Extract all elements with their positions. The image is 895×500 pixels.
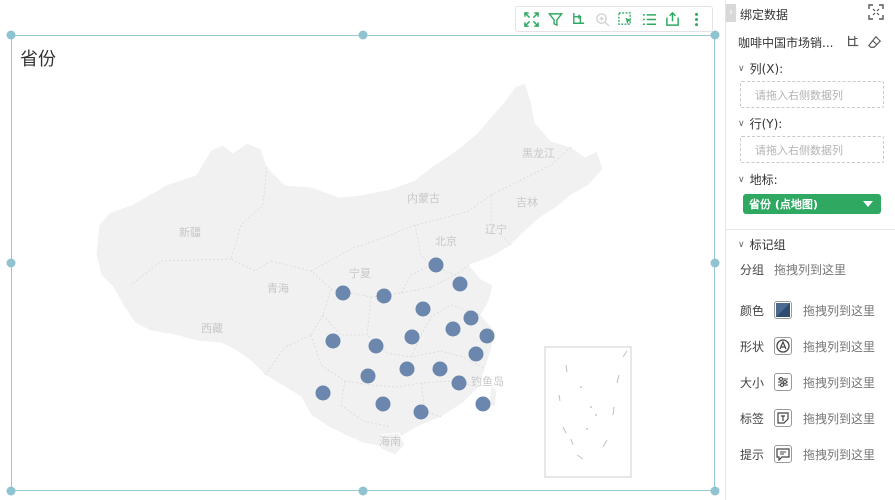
geo-field-pill[interactable]: 省份 (点地图)	[743, 194, 881, 214]
group-drop-hint[interactable]: 拖拽列到这里	[774, 261, 846, 278]
south-china-sea-inset	[544, 346, 632, 478]
panel-divider	[726, 229, 895, 230]
eraser-icon[interactable]	[868, 35, 882, 49]
region-label-jilin: 吉林	[516, 195, 538, 209]
list-icon[interactable]	[640, 10, 658, 28]
region-label-xizang: 西藏	[201, 322, 223, 335]
point-shanghai[interactable]	[479, 328, 495, 344]
color-icon[interactable]	[774, 301, 792, 319]
region-label-hainan: 海南	[379, 434, 401, 448]
expand-icon[interactable]	[868, 4, 884, 20]
point-shaanxi-north[interactable]	[376, 288, 392, 304]
prop-row-shape[interactable]: 形状 拖拽列到这里	[740, 336, 890, 356]
region-label-xinjiang: 新疆	[179, 225, 201, 239]
chevron-down-icon: ∨	[738, 118, 745, 129]
point-hunan[interactable]	[399, 361, 415, 377]
point-jiangxi[interactable]	[432, 361, 448, 377]
chart-toolbar	[515, 6, 713, 32]
export-icon[interactable]	[664, 10, 682, 28]
geo-field-label: 省份 (点地图)	[749, 198, 818, 211]
switch-dataset-icon[interactable]	[846, 35, 860, 49]
select-icon[interactable]	[617, 10, 635, 28]
point-taiwan[interactable]	[475, 396, 491, 412]
panel-collapse-chevron-icon[interactable]: ›	[726, 4, 736, 22]
point-ningxia[interactable]	[335, 285, 351, 301]
point-chongqing[interactable]	[368, 338, 384, 354]
chevron-down-icon: ∨	[738, 239, 745, 250]
bind-data-panel: › 绑定数据 咖啡中国市场销... ∨ 列(X): 请拖入右侧数据列 ∨ 行(Y…	[725, 0, 895, 500]
group-label: 分组	[740, 262, 765, 277]
point-fujian[interactable]	[451, 375, 467, 391]
region-label-heilongjiang: 黑龙江	[522, 147, 555, 160]
dataset-row: 咖啡中国市场销...	[738, 34, 888, 50]
point-guizhou[interactable]	[360, 368, 376, 384]
size-icon[interactable]	[774, 373, 792, 391]
map-land	[95, 82, 604, 448]
fullscreen-icon[interactable]	[523, 10, 541, 28]
zoom-icon[interactable]	[593, 10, 611, 28]
columns-section-label[interactable]: ∨ 列(X):	[738, 60, 783, 77]
label-icon[interactable]	[774, 409, 792, 427]
point-zhejiang[interactable]	[468, 346, 484, 362]
point-guangxi[interactable]	[375, 396, 391, 412]
columns-drop-zone[interactable]: 请拖入右侧数据列	[740, 81, 884, 108]
prop-row-size[interactable]: 大小 拖拽列到这里	[740, 372, 890, 392]
chevron-down-icon: ∨	[738, 63, 745, 74]
point-shandong[interactable]	[452, 276, 468, 292]
prop-row-color[interactable]: 颜色 拖拽列到这里	[740, 300, 890, 320]
panel-title: 绑定数据	[740, 8, 789, 22]
region-label-beijing: 北京	[435, 234, 457, 248]
tooltip-icon[interactable]	[774, 445, 792, 463]
drill-icon[interactable]	[570, 10, 588, 28]
chart-canvas: 省份 新疆 西藏 青海 内蒙古 黑龙江 吉林 辽宁 北京 宁夏 钓鱼岛 海南	[0, 0, 725, 500]
mark-group-label[interactable]: ∨ 标记组	[738, 236, 786, 253]
dataset-name[interactable]: 咖啡中国市场销...	[738, 34, 838, 51]
china-point-map[interactable]: 新疆 西藏 青海 内蒙古 黑龙江 吉林 辽宁 北京 宁夏 钓鱼岛 海南	[11, 35, 715, 491]
point-anhui[interactable]	[445, 321, 461, 337]
region-label-liaoning: 辽宁	[485, 222, 507, 236]
point-beijing[interactable]	[428, 257, 444, 273]
region-label-qinghai: 青海	[267, 281, 289, 295]
prop-row-label[interactable]: 标签 拖拽列到这里	[740, 408, 890, 428]
point-yunnan[interactable]	[315, 385, 331, 401]
point-henan[interactable]	[415, 301, 431, 317]
filter-icon[interactable]	[546, 10, 564, 28]
more-icon[interactable]	[687, 10, 705, 28]
prop-row-tooltip[interactable]: 提示 拖拽列到这里	[740, 444, 890, 464]
point-jiangsu[interactable]	[463, 310, 479, 326]
group-row[interactable]: 分组 拖拽列到这里	[740, 259, 890, 279]
caret-down-icon[interactable]	[863, 201, 873, 207]
shape-icon[interactable]	[774, 337, 792, 355]
geo-section-label[interactable]: ∨ 地标:	[738, 171, 778, 188]
region-label-diaoyudao: 钓鱼岛	[471, 374, 504, 388]
region-label-neimenggu: 内蒙古	[407, 191, 440, 205]
point-sichuan[interactable]	[325, 333, 341, 349]
region-label-ningxia: 宁夏	[349, 266, 371, 280]
chevron-down-icon: ∨	[738, 174, 745, 185]
point-guangdong[interactable]	[413, 404, 429, 420]
rows-drop-zone[interactable]: 请拖入右侧数据列	[740, 136, 884, 163]
point-hubei-west[interactable]	[404, 329, 420, 345]
rows-section-label[interactable]: ∨ 行(Y):	[738, 115, 782, 132]
